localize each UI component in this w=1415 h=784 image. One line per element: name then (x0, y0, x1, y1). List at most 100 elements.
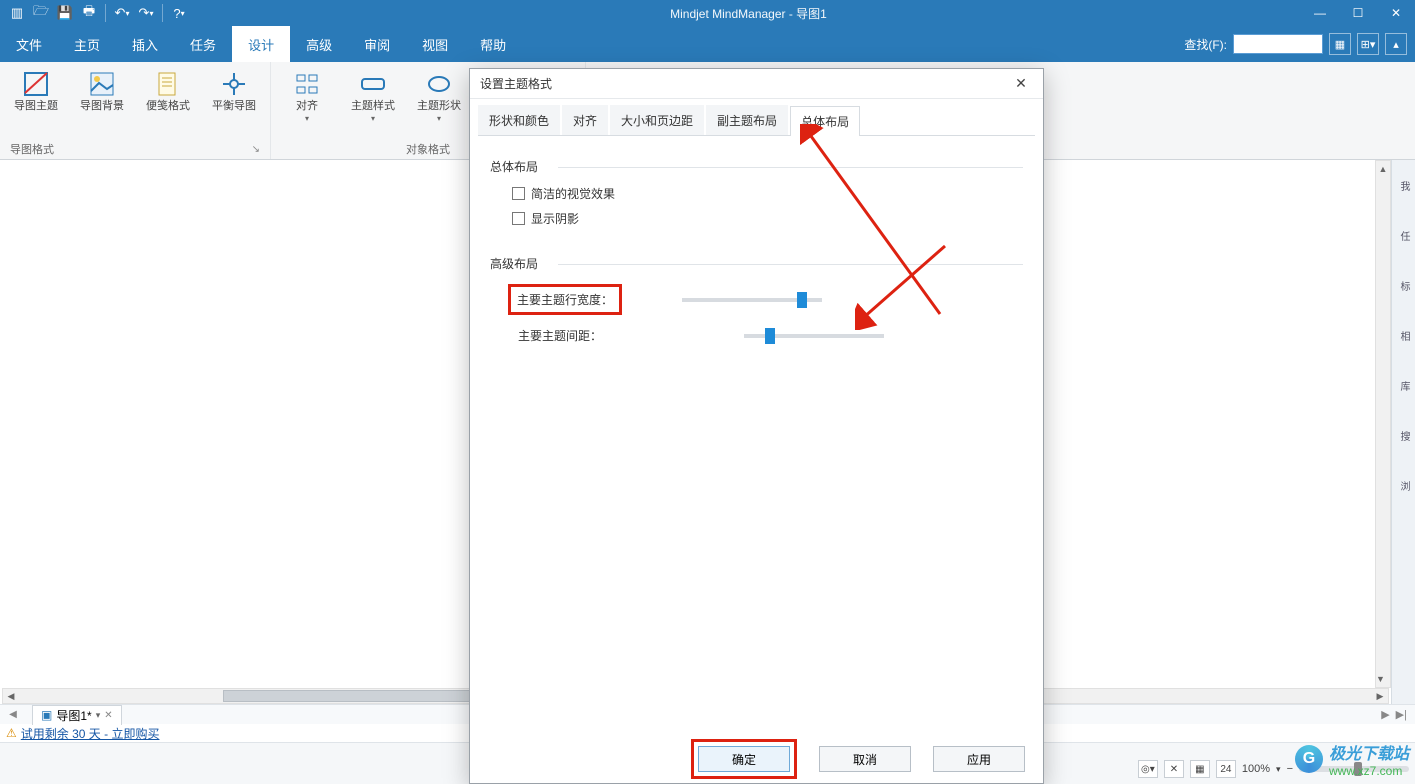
section-advanced-title: 高级布局 (490, 255, 1023, 272)
doc-icon: ▣ (41, 708, 52, 722)
scroll-down-icon[interactable]: ▼ (1376, 671, 1385, 687)
dialog-close-icon[interactable]: ✕ (1009, 72, 1033, 96)
search-label: 查找(F): (1184, 36, 1227, 53)
scroll-up-icon[interactable]: ▲ (1376, 161, 1390, 177)
watermark: G 极光下载站 www.xz7.com (1295, 740, 1409, 778)
window-title: Mindjet MindManager - 导图1 (196, 5, 1301, 22)
zoom-dropdown-icon[interactable]: ▾ (1276, 764, 1281, 775)
btn-balance-map[interactable]: 平衡导图 (208, 70, 260, 112)
rpanel-item-6[interactable]: 搜 (1395, 416, 1413, 456)
slider-spacing-thumb[interactable] (765, 328, 775, 344)
menu-bar: 文件 主页 插入 任务 设计 高级 审阅 视图 帮助 查找(F): ▦ ⊞▾ ▴ (0, 26, 1415, 62)
tab-overall-layout[interactable]: 总体布局 (790, 106, 860, 136)
topic-shape-icon (425, 70, 453, 98)
watermark-logo-icon: G (1295, 745, 1323, 773)
rpanel-item-5[interactable]: 库 (1395, 366, 1413, 406)
panel-toggle-icon[interactable]: ▦ (1329, 33, 1351, 55)
checkbox-clean[interactable] (512, 187, 525, 200)
rpanel-item-7[interactable]: 浏 (1395, 466, 1413, 506)
tab-shape-color[interactable]: 形状和颜色 (478, 105, 560, 135)
tab-nav-right-2[interactable]: ▶| (1396, 708, 1407, 721)
zoom-out-icon[interactable]: − (1287, 763, 1293, 775)
collapse-ribbon-icon[interactable]: ▴ (1385, 33, 1407, 55)
maximize-icon[interactable]: ☐ (1339, 0, 1377, 26)
slider-row-spacing[interactable] (744, 334, 884, 338)
open-icon[interactable]: 🗁 (30, 2, 52, 24)
chk-clean-label: 简洁的视觉效果 (531, 185, 615, 202)
tab-nav-right-1[interactable]: ▶ (1381, 708, 1389, 721)
hscroll-thumb[interactable] (223, 690, 483, 702)
layout-dropdown-icon[interactable]: ⊞▾ (1357, 33, 1379, 55)
dialog-title: 设置主题格式 (480, 75, 552, 92)
doc-tab-dropdown-icon[interactable]: ▾ (96, 710, 101, 721)
highlight-row-width: 主要主题行宽度： (508, 284, 622, 315)
balance-icon (220, 70, 248, 98)
window-controls: — ☐ ✕ (1301, 0, 1415, 26)
btn-notes-format[interactable]: 便笺格式 (142, 70, 194, 112)
chk-row-shadow[interactable]: 显示阴影 (512, 210, 1023, 227)
menu-home[interactable]: 主页 (58, 26, 116, 62)
btn-topic-shape[interactable]: 主题形状▾ (413, 70, 465, 124)
chk-row-clean[interactable]: 简洁的视觉效果 (512, 185, 1023, 202)
menu-advanced[interactable]: 高级 (290, 26, 348, 62)
search-input[interactable] (1233, 34, 1323, 54)
label-row-spacing: 主要主题间距： (508, 327, 688, 344)
redo-icon[interactable]: ↷▾ (135, 2, 157, 24)
menu-help[interactable]: 帮助 (464, 26, 522, 62)
cancel-button[interactable]: 取消 (819, 746, 911, 772)
notes-icon (154, 70, 182, 98)
sb-target-icon[interactable]: ◎▾ (1138, 760, 1158, 778)
sb-cal-icon[interactable]: 24 (1216, 760, 1236, 778)
rpanel-item-4[interactable]: 相 (1395, 316, 1413, 356)
rpanel-item-3[interactable]: 标 (1395, 266, 1413, 306)
map-bg-icon (88, 70, 116, 98)
doc-tab-close-icon[interactable]: ✕ (104, 710, 112, 721)
close-icon[interactable]: ✕ (1377, 0, 1415, 26)
tab-subtopic-layout[interactable]: 副主题布局 (706, 105, 788, 135)
tab-size-margin[interactable]: 大小和页边距 (610, 105, 704, 135)
tab-nav-left-1[interactable]: ◀ (0, 709, 26, 720)
print-icon[interactable]: 🖶 (78, 2, 100, 24)
menu-review[interactable]: 审阅 (348, 26, 406, 62)
vertical-scrollbar[interactable]: ▲ ▼ (1375, 160, 1391, 688)
sb-x-icon[interactable]: ✕ (1164, 760, 1184, 778)
warning-icon: ⚠ (6, 726, 17, 740)
watermark-url: www.xz7.com (1329, 764, 1409, 778)
group-label-object-format: 对象格式 (406, 141, 450, 157)
menu-design[interactable]: 设计 (232, 26, 290, 62)
rpanel-item-2[interactable]: 任 (1395, 216, 1413, 256)
btn-map-theme[interactable]: 导图主题 (10, 70, 62, 112)
btn-align[interactable]: 对齐▾ (281, 70, 333, 124)
menu-insert[interactable]: 插入 (116, 26, 174, 62)
apply-button[interactable]: 应用 (933, 746, 1025, 772)
menu-file[interactable]: 文件 (0, 26, 58, 62)
group-expand-icon[interactable]: ↘ (252, 144, 260, 155)
highlight-ok: 确定 (691, 739, 797, 779)
dialog-buttons: 确定 取消 应用 (470, 735, 1043, 783)
sb-grid-icon[interactable]: ▦ (1190, 760, 1210, 778)
checkbox-shadow[interactable] (512, 212, 525, 225)
scroll-right-icon[interactable]: ▶ (1372, 689, 1388, 703)
ribbon-group-map-format: 导图主题 导图背景 便笺格式 平衡导图 导图格式↘ (0, 62, 271, 159)
minimize-icon[interactable]: — (1301, 0, 1339, 26)
slider-row-width[interactable] (682, 298, 822, 302)
help-icon[interactable]: ?▾ (168, 2, 190, 24)
trial-link[interactable]: 试用剩余 30 天 - 立即购买 (21, 725, 160, 742)
menu-task[interactable]: 任务 (174, 26, 232, 62)
section-overall-title: 总体布局 (490, 158, 1023, 175)
scroll-left-icon[interactable]: ◀ (3, 689, 19, 703)
menu-view[interactable]: 视图 (406, 26, 464, 62)
btn-topic-style[interactable]: 主题样式▾ (347, 70, 399, 124)
slider-width-thumb[interactable] (797, 292, 807, 308)
tab-align[interactable]: 对齐 (562, 105, 608, 135)
rpanel-item-1[interactable]: 我 (1395, 166, 1413, 206)
doc-tab-active[interactable]: ▣ 导图1* ▾ ✕ (32, 705, 122, 725)
label-row-width: 主要主题行宽度： (517, 293, 613, 307)
title-bar: ▥ 🗁 💾 🖶 ↶▾ ↷▾ ?▾ Mindjet MindManager - 导… (0, 0, 1415, 26)
undo-icon[interactable]: ↶▾ (111, 2, 133, 24)
save-icon[interactable]: 💾 (54, 2, 76, 24)
ok-button[interactable]: 确定 (698, 746, 790, 772)
btn-map-bg[interactable]: 导图背景 (76, 70, 128, 112)
chk-shadow-label: 显示阴影 (531, 210, 579, 227)
new-doc-icon[interactable]: ▥ (6, 2, 28, 24)
